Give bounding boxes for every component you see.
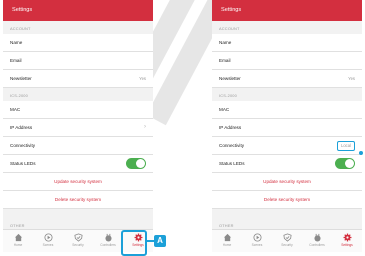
tab-home[interactable]: Home [3, 230, 33, 252]
section-header-device: ICS-2000 [219, 93, 238, 98]
row-label: MAC [219, 107, 230, 112]
gear-icon [343, 233, 351, 242]
controller-icon [104, 233, 112, 242]
row-label: Connectivity [219, 143, 245, 148]
controller-icon [313, 233, 321, 242]
tab-controllers[interactable]: Controllers [93, 230, 123, 252]
tab-settings[interactable]: Settings [332, 230, 362, 252]
section-header-device: ICS-2000 [10, 93, 29, 98]
status-leds-toggle[interactable] [335, 158, 355, 169]
row-mac[interactable]: MAC [3, 101, 153, 119]
connectivity-value-local[interactable]: Local [336, 140, 355, 151]
row-status-leds: Status LEDs [212, 155, 362, 173]
tab-security[interactable]: Security [272, 230, 302, 252]
row-ip-address[interactable]: IP Address [212, 119, 362, 137]
tab-scenes[interactable]: Scenes [33, 230, 63, 252]
row-label: Status LEDs [219, 161, 245, 166]
chevron-right-icon: › [144, 124, 146, 130]
delete-security-system-button[interactable]: Delete security system [212, 191, 362, 209]
tab-controllers[interactable]: Controllers [302, 230, 332, 252]
update-security-system-button[interactable]: Update security system [3, 173, 153, 191]
callout-dot [359, 151, 363, 155]
play-circle-icon [252, 233, 262, 242]
row-ip-address[interactable]: IP Address › [3, 119, 153, 137]
row-newsletter[interactable]: Newsletter Yes [3, 70, 153, 88]
shield-check-icon [282, 233, 292, 242]
phone-screen-left: Settings ACCOUNT Name Email Newsletter Y… [3, 0, 153, 252]
tab-label: Home [13, 243, 23, 247]
tab-label: Scenes [42, 243, 54, 247]
tab-bar: Home Scenes Security Controllers Setting… [212, 229, 362, 252]
row-email[interactable]: Email [3, 52, 153, 70]
callout-badge-a: A [154, 235, 166, 247]
tab-scenes[interactable]: Scenes [242, 230, 272, 252]
row-label: IP Address [219, 125, 242, 130]
tab-label: Scenes [251, 243, 263, 247]
tab-label: Home [222, 243, 232, 247]
newsletter-value: Yes [139, 76, 146, 81]
row-label: Status LEDs [10, 161, 36, 166]
row-label: Connectivity [10, 143, 36, 148]
row-connectivity[interactable]: Connectivity [3, 137, 153, 155]
play-circle-icon [43, 233, 53, 242]
row-label: MAC [10, 107, 21, 112]
home-icon [14, 233, 22, 242]
row-mac[interactable]: MAC [212, 101, 362, 119]
section-header-account: ACCOUNT [219, 26, 240, 31]
row-label: Email [10, 58, 22, 63]
delete-security-system-button[interactable]: Delete security system [3, 191, 153, 209]
update-security-system-button[interactable]: Update security system [212, 173, 362, 191]
row-name[interactable]: Name [212, 34, 362, 52]
row-label: Name [10, 40, 23, 45]
row-label: Name [219, 40, 232, 45]
newsletter-value: Yes [348, 76, 355, 81]
callout-connector [145, 240, 154, 242]
section-header-account: ACCOUNT [10, 26, 31, 31]
tab-security[interactable]: Security [63, 230, 93, 252]
status-leds-toggle[interactable] [126, 158, 146, 169]
home-icon [223, 233, 231, 242]
page-title: Settings [212, 0, 362, 21]
row-name[interactable]: Name [3, 34, 153, 52]
row-newsletter[interactable]: Newsletter Yes [212, 70, 362, 88]
tab-label: Controllers [309, 243, 325, 247]
page-title: Settings [3, 0, 153, 21]
row-connectivity[interactable]: Connectivity Local [212, 137, 362, 155]
phone-screen-right: Settings ACCOUNT Name Email Newsletter Y… [212, 0, 362, 252]
shield-check-icon [73, 233, 83, 242]
tab-label: Security [281, 243, 293, 247]
row-label: Email [219, 58, 231, 63]
tab-label: Settings [341, 243, 353, 247]
row-status-leds: Status LEDs [3, 155, 153, 173]
settings-tab-highlight [121, 230, 147, 256]
row-label: Newsletter [10, 76, 32, 81]
row-label: IP Address [10, 125, 33, 130]
tab-label: Controllers [100, 243, 116, 247]
row-label: Newsletter [219, 76, 241, 81]
tab-home[interactable]: Home [212, 230, 242, 252]
tab-label: Security [72, 243, 84, 247]
row-email[interactable]: Email [212, 52, 362, 70]
